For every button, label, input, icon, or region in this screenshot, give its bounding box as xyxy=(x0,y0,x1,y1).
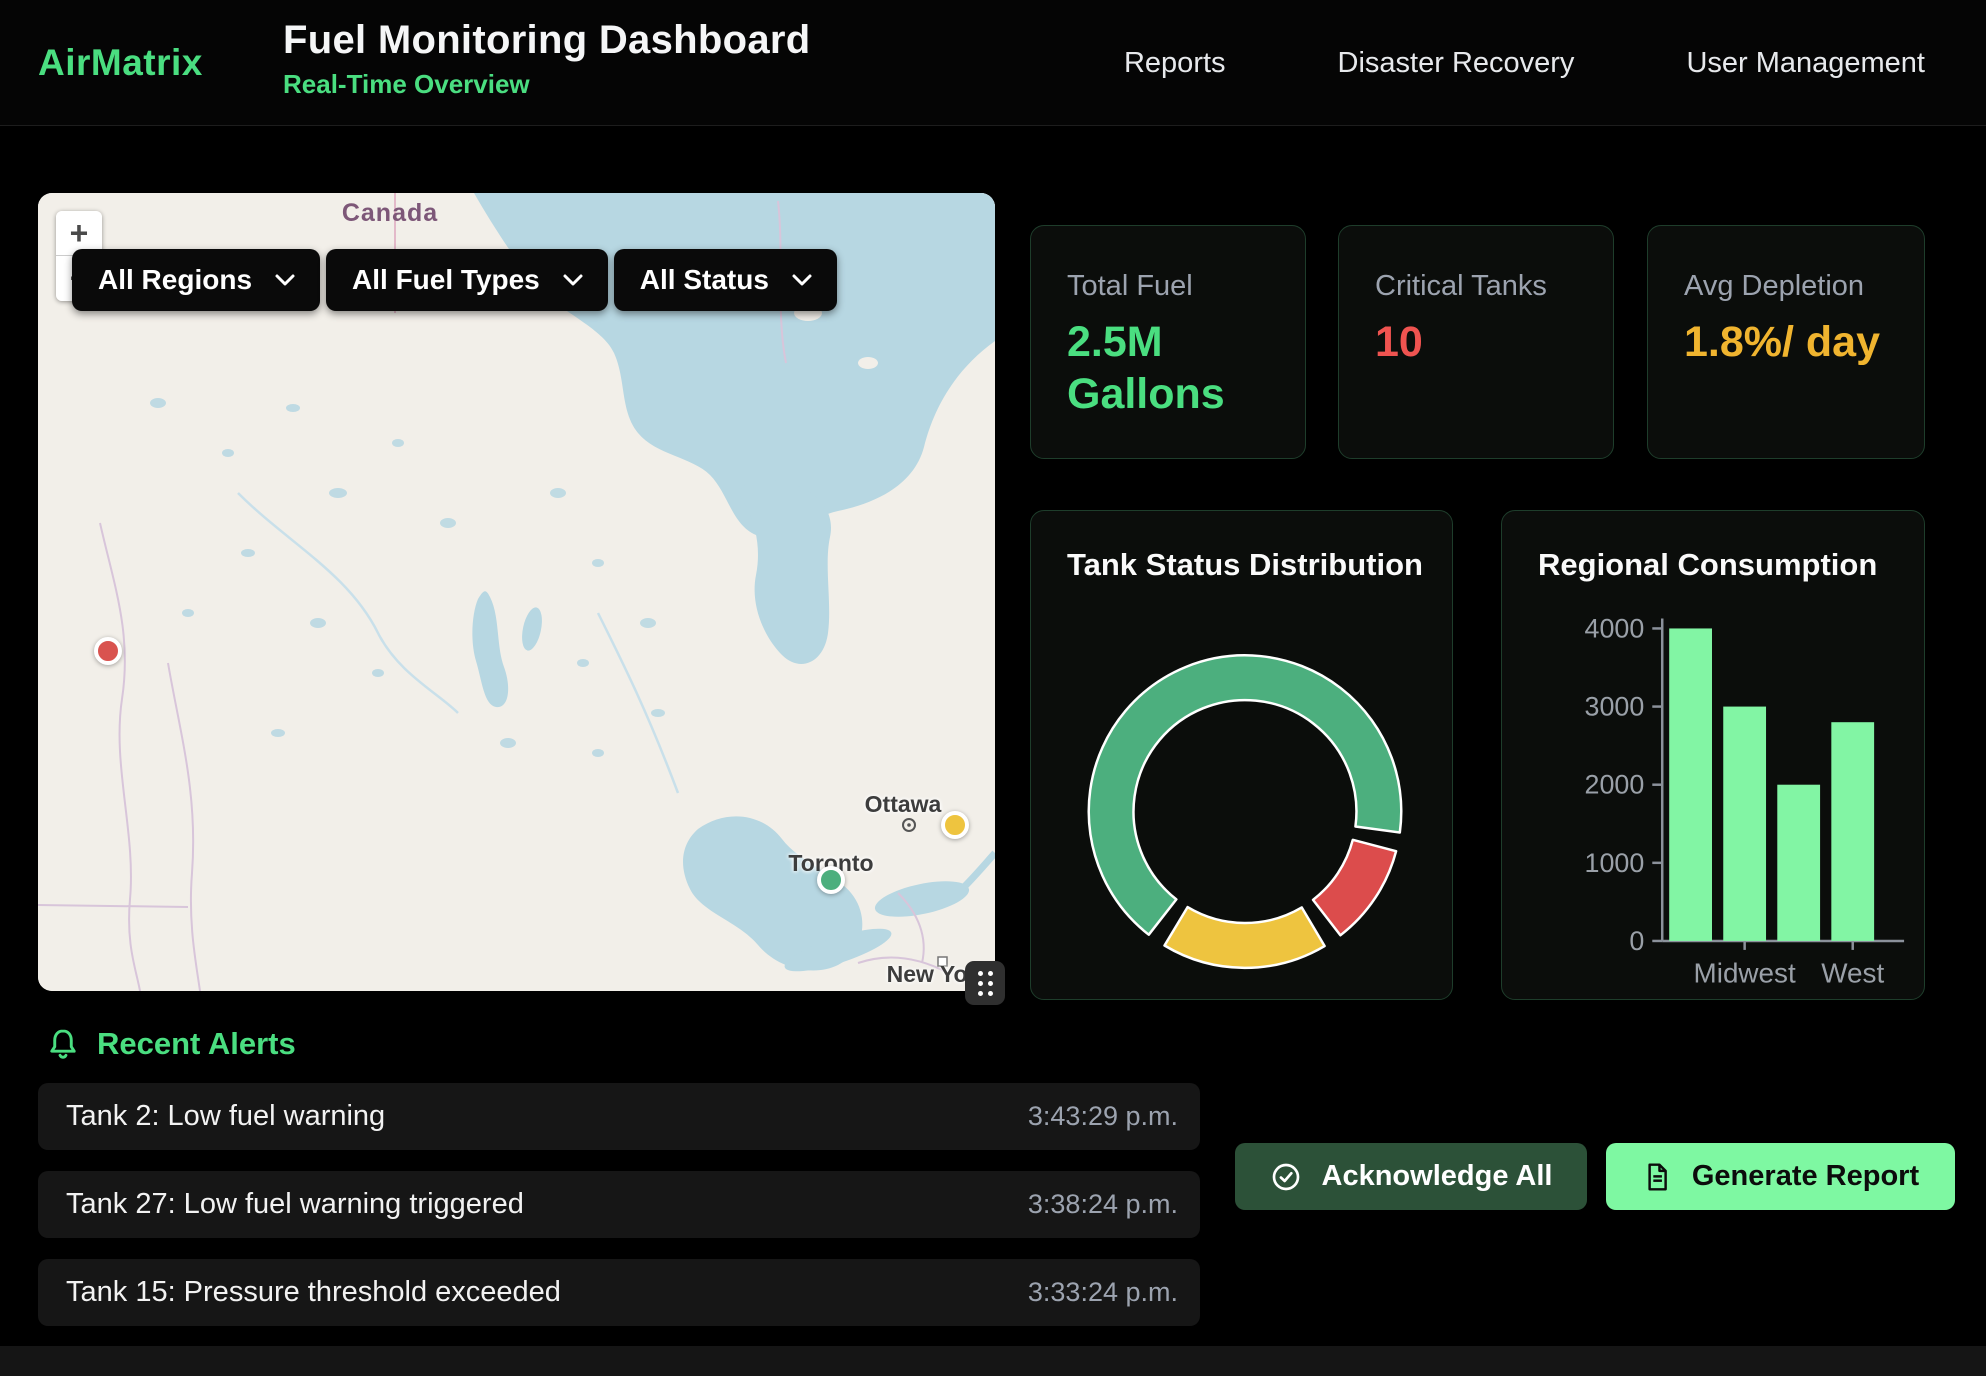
page-title: Fuel Monitoring Dashboard xyxy=(283,18,810,63)
stat-value: 10 xyxy=(1375,317,1580,369)
regional-consumption-card: Regional Consumption 0 1000 2000 3000 40… xyxy=(1501,510,1925,1000)
chevron-down-icon xyxy=(791,273,813,287)
map-label-canada: Canada xyxy=(295,199,485,228)
brand-logo: AirMatrix xyxy=(38,42,203,84)
stat-label: Total Fuel xyxy=(1067,270,1305,303)
tank-marker-normal[interactable] xyxy=(817,866,845,894)
stat-card-avg-depletion: Avg Depletion 1.8%/ day xyxy=(1647,225,1925,459)
bottom-strip xyxy=(0,1346,1986,1376)
nav-user-management[interactable]: User Management xyxy=(1686,47,1925,80)
nav-reports[interactable]: Reports xyxy=(1124,47,1226,80)
recent-alerts-title: Recent Alerts xyxy=(97,1026,296,1062)
stat-value: 1.8%/ day xyxy=(1684,317,1889,369)
tank-status-distribution-card: Tank Status Distribution xyxy=(1030,510,1453,1000)
chevron-down-icon xyxy=(274,273,296,287)
donut-svg xyxy=(1031,511,1452,999)
status-filter-value: All Status xyxy=(640,264,769,296)
bell-icon xyxy=(47,1026,79,1062)
tank-marker-warning[interactable] xyxy=(941,811,969,839)
chevron-down-icon xyxy=(562,273,584,287)
svg-text:3000: 3000 xyxy=(1585,692,1645,722)
stat-value: 2.5M Gallons xyxy=(1067,317,1272,420)
top-bar: AirMatrix Fuel Monitoring Dashboard Real… xyxy=(0,0,1986,126)
alert-timestamp: 3:43:29 p.m. xyxy=(1028,1101,1178,1132)
consumption-bar xyxy=(1723,707,1766,941)
donut-segment-critical xyxy=(1313,840,1396,935)
region-filter-value: All Regions xyxy=(98,264,252,296)
donut-segment-warning xyxy=(1165,907,1325,968)
alert-row[interactable]: Tank 2: Low fuel warning 3:43:29 p.m. xyxy=(38,1083,1200,1150)
alert-message: Tank 15: Pressure threshold exceeded xyxy=(66,1276,561,1309)
stat-card-critical-tanks: Critical Tanks 10 xyxy=(1338,225,1614,459)
bar-svg: 0 1000 2000 3000 4000 Midwest West xyxy=(1502,511,1924,999)
page-subtitle: Real-Time Overview xyxy=(283,69,810,100)
alert-row[interactable]: Tank 27: Low fuel warning triggered 3:38… xyxy=(38,1171,1200,1238)
stat-card-total-fuel: Total Fuel 2.5M Gallons xyxy=(1030,225,1306,459)
stat-label: Avg Depletion xyxy=(1684,270,1924,303)
svg-text:2000: 2000 xyxy=(1585,770,1645,800)
map-filter-row: All Regions All Fuel Types All Status xyxy=(72,249,837,311)
fuel-map[interactable]: Canada Ottawa Toronto New York + − All R… xyxy=(38,193,995,991)
svg-text:0: 0 xyxy=(1629,926,1644,956)
svg-text:1000: 1000 xyxy=(1585,848,1645,878)
map-canvas[interactable]: Canada Ottawa Toronto New York xyxy=(38,193,995,991)
svg-text:Midwest: Midwest xyxy=(1694,958,1796,989)
svg-text:West: West xyxy=(1821,958,1884,989)
status-filter-dropdown[interactable]: All Status xyxy=(614,249,837,311)
stat-label: Critical Tanks xyxy=(1375,270,1613,303)
tank-marker-critical[interactable] xyxy=(94,637,122,665)
generate-report-button[interactable]: Generate Report xyxy=(1606,1143,1955,1210)
generate-report-label: Generate Report xyxy=(1692,1160,1919,1193)
consumption-bar xyxy=(1831,722,1874,941)
recent-alerts-header: Recent Alerts xyxy=(47,1026,296,1062)
title-block: Fuel Monitoring Dashboard Real-Time Over… xyxy=(283,18,810,100)
svg-text:4000: 4000 xyxy=(1585,613,1645,643)
consumption-bar xyxy=(1777,785,1820,941)
main-nav: Reports Disaster Recovery User Managemen… xyxy=(1124,0,1925,126)
consumption-bar xyxy=(1669,628,1712,941)
acknowledge-all-button[interactable]: Acknowledge All xyxy=(1235,1143,1587,1210)
report-document-icon xyxy=(1642,1161,1672,1193)
map-resize-handle[interactable] xyxy=(965,961,1005,1005)
nav-disaster-recovery[interactable]: Disaster Recovery xyxy=(1338,47,1575,80)
check-circle-icon xyxy=(1270,1161,1302,1193)
alert-timestamp: 3:33:24 p.m. xyxy=(1028,1277,1178,1308)
region-filter-dropdown[interactable]: All Regions xyxy=(72,249,320,311)
alert-message: Tank 2: Low fuel warning xyxy=(66,1100,385,1133)
fuel-type-filter-dropdown[interactable]: All Fuel Types xyxy=(326,249,608,311)
alert-message: Tank 27: Low fuel warning triggered xyxy=(66,1188,524,1221)
alert-row[interactable]: Tank 15: Pressure threshold exceeded 3:3… xyxy=(38,1259,1200,1326)
acknowledge-all-label: Acknowledge All xyxy=(1322,1160,1553,1193)
tank-status-donut-chart xyxy=(1031,511,1452,999)
alert-timestamp: 3:38:24 p.m. xyxy=(1028,1189,1178,1220)
fuel-type-filter-value: All Fuel Types xyxy=(352,264,540,296)
regional-consumption-bar-chart: 0 1000 2000 3000 4000 Midwest West xyxy=(1502,511,1924,999)
